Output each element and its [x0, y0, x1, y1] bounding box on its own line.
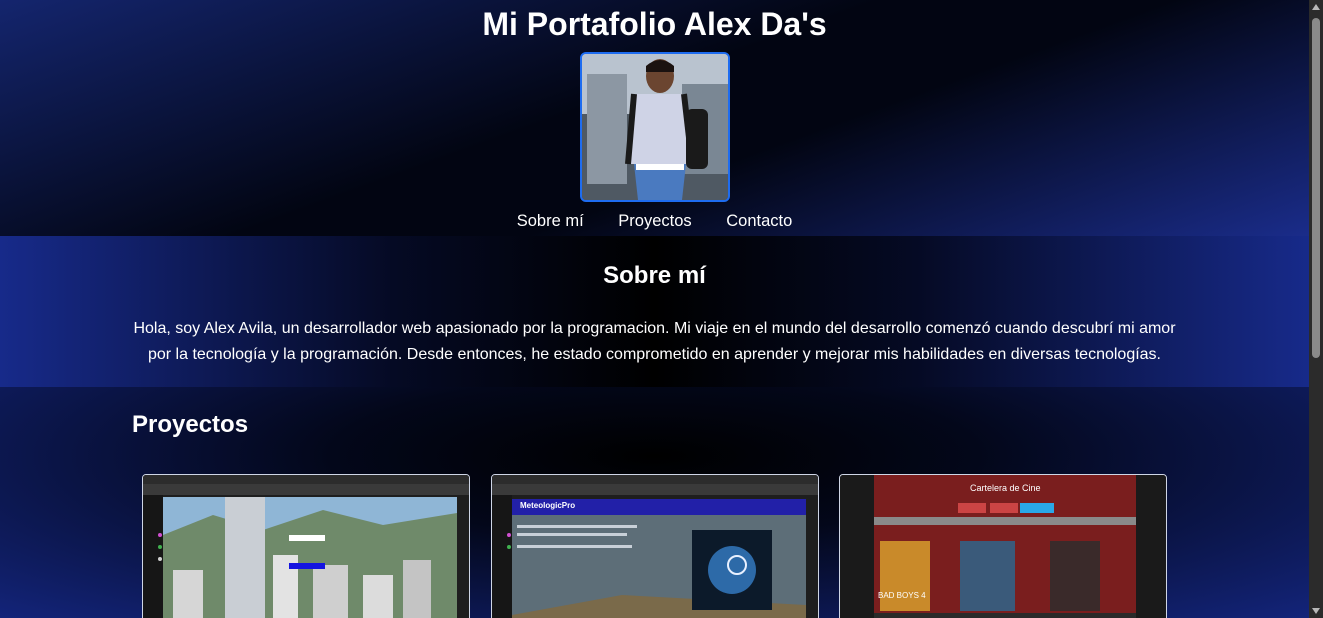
weather-site-screenshot-icon — [492, 475, 818, 618]
project-card-3-subcaption: BAD BOYS 4 — [878, 591, 926, 600]
projects-section: Proyectos MeteologicPro Cartelera de Cin… — [0, 387, 1309, 618]
profile-photo-person-icon — [582, 54, 728, 200]
vertical-scrollbar[interactable] — [1309, 0, 1323, 618]
city-login-screenshot-icon — [143, 475, 469, 618]
project-card-3[interactable]: Cartelera de Cine BAD BOYS 4 — [839, 474, 1167, 618]
main-nav: Sobre mí Proyectos Contacto — [0, 212, 1309, 231]
page-title: Mi Portafolio Alex Da's — [482, 6, 827, 42]
project-card-2-caption: MeteologicPro — [520, 501, 576, 510]
page: Mi Portafolio Alex Da's Sobre mí Proyect… — [0, 0, 1309, 618]
project-card-2[interactable]: MeteologicPro — [491, 474, 819, 618]
avatar — [580, 52, 730, 202]
project-card-1[interactable] — [142, 474, 470, 618]
about-heading: Sobre mí — [603, 262, 706, 289]
projects-heading: Proyectos — [132, 411, 249, 438]
nav-link-about[interactable]: Sobre mí — [517, 212, 584, 230]
project-card-3-caption: Cartelera de Cine — [970, 483, 1041, 493]
site-header: Mi Portafolio Alex Da's Sobre mí Proyect… — [0, 0, 1309, 236]
scroll-up-icon[interactable] — [1312, 4, 1320, 10]
about-section: Sobre mí Hola, soy Alex Avila, un desarr… — [0, 236, 1309, 387]
scrollbar-thumb[interactable] — [1312, 18, 1320, 358]
about-text: Hola, soy Alex Avila, un desarrollador w… — [133, 320, 1176, 363]
nav-link-projects[interactable]: Proyectos — [618, 212, 691, 230]
nav-link-contact[interactable]: Contacto — [726, 212, 792, 230]
scroll-down-icon[interactable] — [1312, 608, 1320, 614]
